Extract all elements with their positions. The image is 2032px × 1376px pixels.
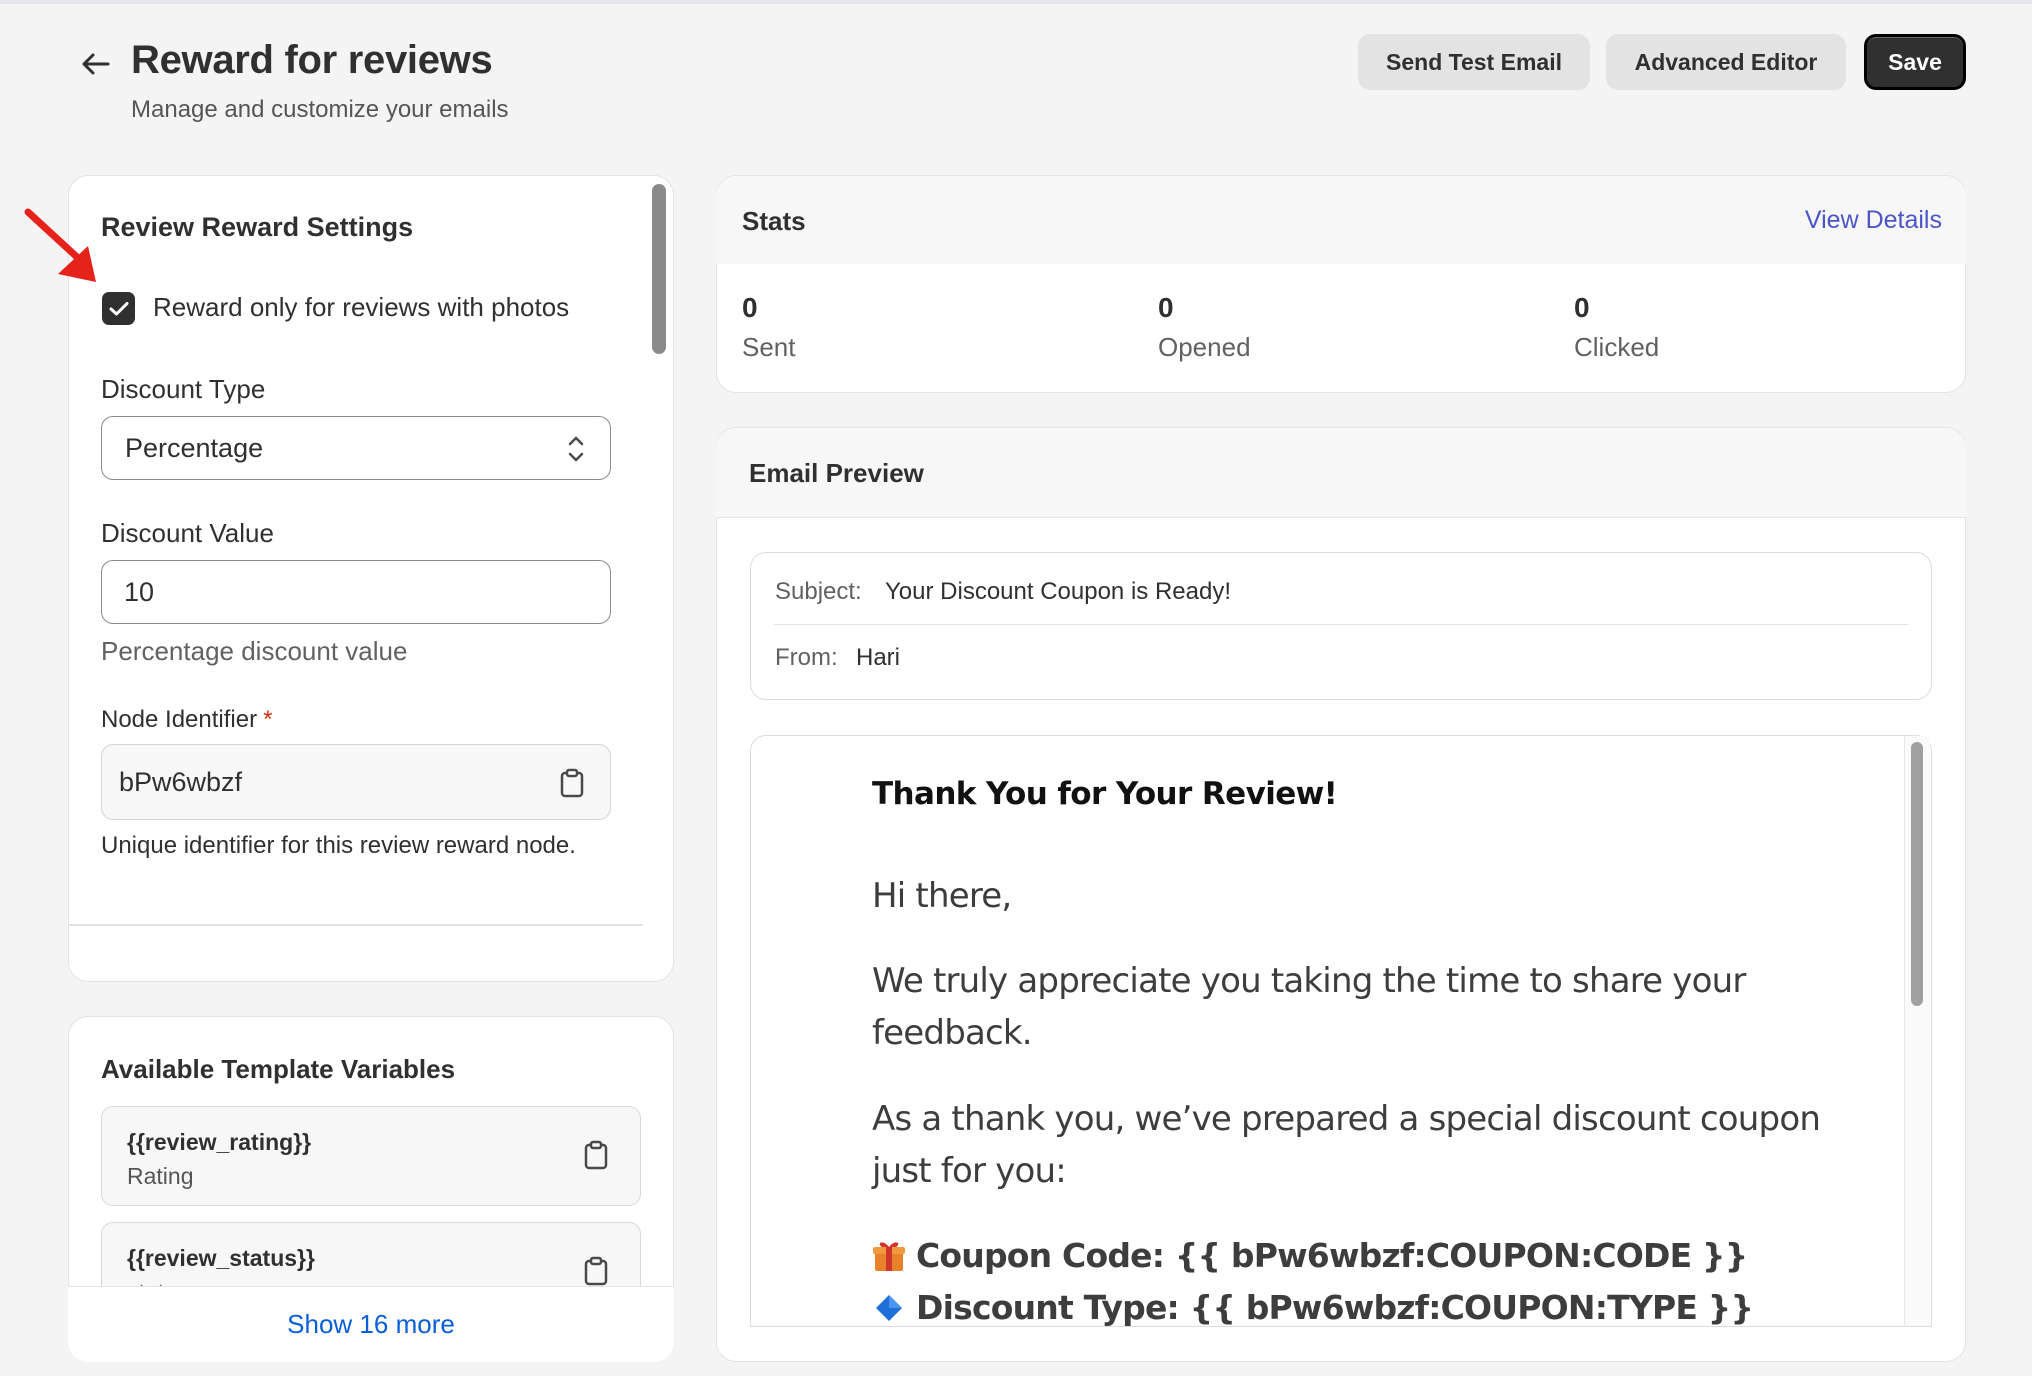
clipboard-icon (584, 1256, 608, 1286)
email-paragraph-1-line-1: We truly appreciate you taking the time … (872, 961, 1746, 1001)
node-identifier-label-text: Node Identifier (101, 706, 258, 733)
settings-title: Review Reward Settings (101, 212, 414, 242)
stat-clicked-value: 0 (1574, 292, 1590, 323)
show-more-link[interactable]: Show 16 more (287, 1309, 455, 1340)
discount-value-input[interactable] (101, 560, 611, 624)
variables-footer: Show 16 more (68, 1286, 674, 1362)
discount-type-select[interactable]: Percentage (101, 416, 611, 480)
view-details-link[interactable]: View Details (1805, 206, 1942, 235)
select-chevrons-icon (568, 436, 584, 462)
node-identifier-label: Node Identifier * (101, 706, 272, 734)
email-paragraph-2-line-1: As a thank you, we’ve prepared a special… (872, 1099, 1821, 1139)
email-paragraph-1-line-2: feedback. (872, 1013, 1033, 1053)
save-button[interactable]: Save (1864, 34, 1966, 90)
meta-divider (774, 624, 1908, 625)
from-value: Hari (856, 644, 901, 671)
send-test-email-button[interactable]: Send Test Email (1358, 34, 1590, 90)
required-mark: * (263, 706, 273, 733)
node-identifier-help: Unique identifier for this review reward… (101, 832, 576, 859)
page-title: Reward for reviews (131, 38, 493, 82)
back-button[interactable] (76, 44, 116, 84)
email-scrollbar[interactable] (1911, 742, 1923, 1006)
stat-opened-value: 0 (1158, 292, 1174, 323)
settings-scrollbar[interactable] (652, 184, 666, 354)
discount-type-value: Percentage (125, 433, 264, 463)
variable-name: {{review_rating}} (127, 1129, 312, 1155)
stat-clicked-label: Clicked (1574, 332, 1660, 362)
variable-item[interactable]: {{review_rating}} Rating (101, 1106, 641, 1206)
stat-opened-label: Opened (1158, 332, 1251, 362)
email-meta-box (750, 552, 1932, 700)
top-border (0, 0, 2032, 4)
copy-node-identifier-button[interactable] (554, 765, 590, 801)
stat-sent-value: 0 (742, 292, 758, 323)
clipboard-icon (560, 768, 584, 798)
checkmark-icon (109, 301, 128, 315)
variable-name: {{review_status}} (127, 1245, 315, 1271)
stat-sent-label: Sent (742, 332, 796, 362)
clipboard-icon (584, 1140, 608, 1170)
from-label: From: (775, 644, 838, 671)
discount-type-text: Discount Type: {{ bPw6wbzf:COUPON:TYPE }… (916, 1288, 1754, 1327)
red-arrow-annotation-icon (24, 208, 96, 282)
variable-description: Rating (127, 1163, 194, 1189)
node-identifier-field[interactable]: bPw6wbzf (101, 744, 611, 820)
advanced-editor-button[interactable]: Advanced Editor (1606, 34, 1846, 90)
copy-variable-button[interactable] (578, 1137, 614, 1173)
photos-only-label: Reward only for reviews with photos (153, 292, 570, 322)
variables-title: Available Template Variables (101, 1054, 456, 1084)
email-greeting: Hi there, (872, 876, 1012, 916)
coupon-code-line: Coupon Code: {{ bPw6wbzf:COUPON:CODE }} (872, 1236, 1748, 1275)
discount-value-help: Percentage discount value (101, 636, 408, 666)
stats-header (716, 176, 1966, 264)
email-heading: Thank You for Your Review! (872, 776, 1338, 812)
subject-label: Subject: (775, 578, 862, 605)
coupon-code-text: Coupon Code: {{ bPw6wbzf:COUPON:CODE }} (916, 1236, 1748, 1275)
gift-icon (873, 1241, 905, 1271)
copy-variable-button[interactable] (578, 1253, 614, 1289)
settings-divider (68, 924, 643, 926)
stats-title: Stats (742, 206, 806, 236)
arrow-left-icon (82, 53, 110, 75)
discount-type-label: Discount Type (101, 374, 266, 404)
discount-type-line: Discount Type: {{ bPw6wbzf:COUPON:TYPE }… (872, 1288, 1754, 1327)
node-identifier-value: bPw6wbzf (119, 767, 243, 797)
email-paragraph-2-line-2: just for you: (872, 1151, 1067, 1191)
photos-only-checkbox[interactable] (102, 292, 135, 325)
email-preview-title: Email Preview (749, 458, 924, 488)
discount-value-label: Discount Value (101, 518, 274, 548)
blue-diamond-icon (876, 1294, 902, 1321)
subject-value: Your Discount Coupon is Ready! (885, 578, 1231, 605)
page-subtitle: Manage and customize your emails (131, 96, 509, 123)
